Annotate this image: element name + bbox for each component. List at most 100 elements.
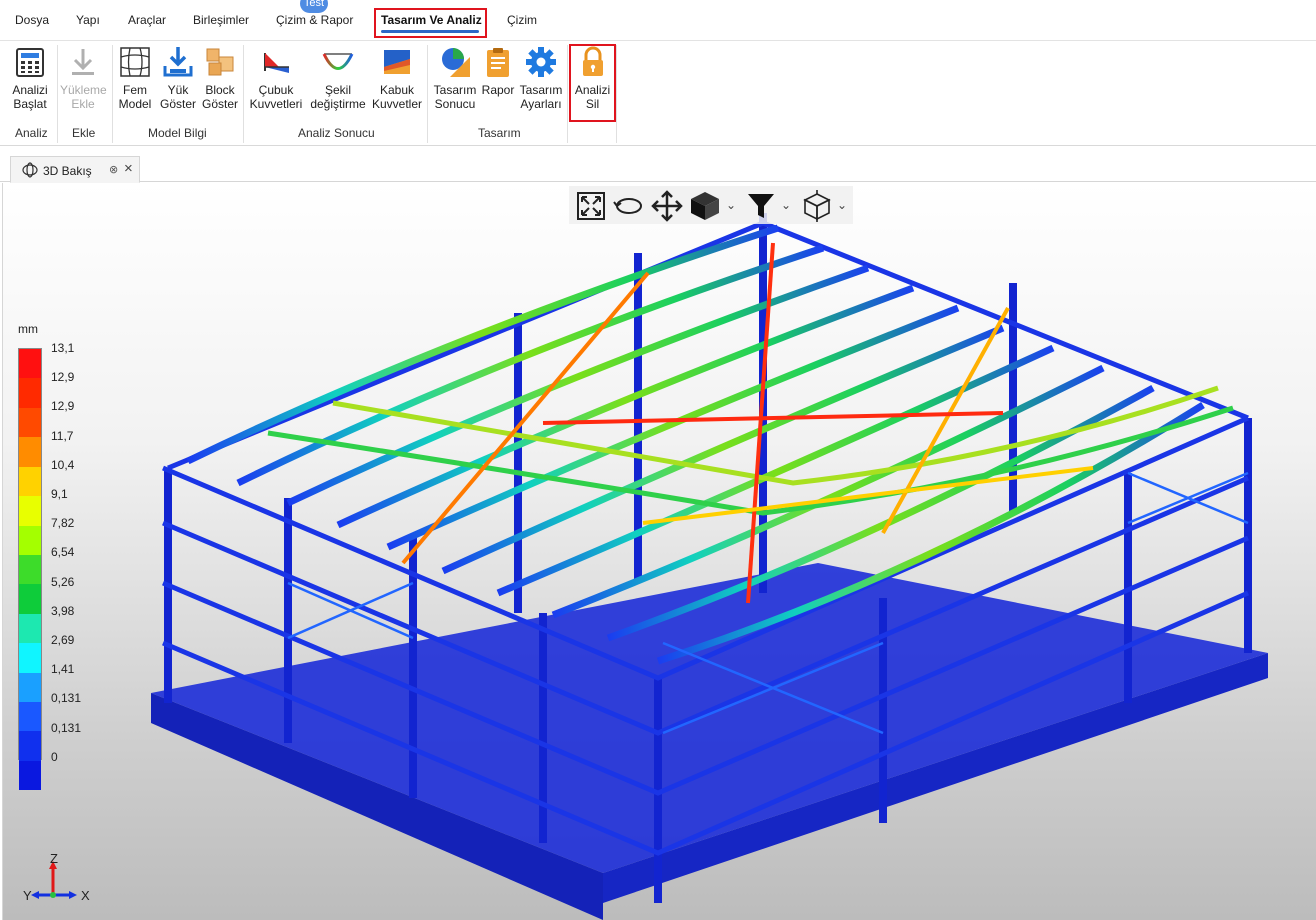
legend-value-label: 12,9 [51, 399, 75, 414]
axis-y-label: Y [23, 888, 32, 903]
legend-unit: mm [18, 322, 38, 336]
cubuk-kuvvetleri-button[interactable]: Çubuk Kuvvetleri [248, 45, 304, 111]
legend-color-swatch [19, 466, 41, 497]
3d-viewport[interactable]: ⌄ ⌄ ⌄ mm 13,1 12,9 12,9 11,7 10,4 9,1 7,82 6,54… [2, 183, 1316, 920]
tab-3d-bakis[interactable]: 3D Bakış ⊗ × [10, 156, 140, 183]
legend-value-label: 0,131 [51, 720, 82, 735]
legend-value-label: 2,69 [51, 633, 75, 647]
legend-color-swatch [19, 672, 41, 703]
view-cube-icon[interactable] [689, 190, 721, 222]
pan-icon[interactable] [651, 190, 683, 222]
tasarim-ayarlari-label-1: Tasarım [519, 83, 563, 97]
yuk-goster-label-2: Göster [159, 97, 196, 111]
deformation-icon [322, 53, 354, 70]
load-arrow-icon [163, 47, 193, 77]
fem-model-button[interactable]: Fem Model [116, 45, 154, 111]
ribbon-separator [427, 45, 428, 143]
roof-purlins [186, 224, 1234, 665]
calculator-icon [16, 48, 44, 77]
tab-title: 3D Bakış [43, 164, 92, 178]
yukleme-ekle-label-2: Ekle [71, 97, 95, 111]
active-tab-underline [381, 30, 479, 33]
legend-color-swatch [19, 554, 41, 585]
legend-color-swatch [19, 643, 41, 673]
group-label-tasarim: Tasarım [478, 126, 521, 140]
kabuk-kuvvetler-button[interactable]: Kabuk Kuvvetler [370, 45, 424, 111]
legend-value-label: 9,1 [51, 487, 68, 501]
legend-color-swatch [19, 496, 41, 526]
ribbon-separator [57, 45, 58, 143]
legend-color-swatch [19, 760, 41, 791]
tasarim-sonucu-label-2: Sonucu [434, 97, 476, 111]
tasarim-sonucu-label-1: Tasarım [433, 83, 477, 97]
menu-dosya[interactable]: Dosya [15, 13, 49, 27]
legend-value-label: 0 [51, 749, 58, 764]
legend-value-label: 10,4 [51, 457, 75, 472]
menu-cizim-rapor[interactable]: Çizim & Rapor [276, 13, 353, 27]
section-box-icon[interactable] [801, 190, 833, 222]
analizi-sil-highlight [569, 44, 616, 122]
legend-value-label: 1,41 [51, 662, 75, 677]
group-label-analiz: Analiz [15, 126, 48, 140]
structure-model [151, 213, 1268, 920]
block-goster-button[interactable]: Block Göster [200, 45, 240, 111]
sekil-degistirme-label-2: değiştirme [310, 97, 366, 111]
group-label-ekle: Ekle [72, 126, 96, 140]
block-goster-label-2: Göster [201, 97, 238, 111]
legend-color-swatch [19, 702, 41, 732]
app-window: Dosya Yapı Araçlar Birleşimler Çizim & R… [0, 0, 1316, 920]
legend-value-label: 13,1 [51, 341, 75, 355]
view-toolbar: ⌄ ⌄ ⌄ [569, 186, 853, 224]
legend-color-swatch [19, 378, 41, 408]
filter-dropdown-icon[interactable]: ⌄ [781, 198, 791, 212]
group-label-model-bilgi: Model Bilgi [148, 126, 207, 140]
pin-icon[interactable]: ⊗ [109, 163, 118, 176]
menu-tasarim-ve-analiz[interactable]: Tasarım Ve Analiz [381, 13, 482, 27]
color-legend [18, 348, 42, 791]
kabuk-kuvvetler-label-2: Kuvvetler [371, 97, 423, 111]
gear-icon [526, 47, 556, 77]
menu-araclar[interactable]: Araçlar [128, 13, 166, 27]
menu-bar: Dosya Yapı Araçlar Birleşimler Çizim & R… [0, 0, 1316, 40]
fit-view-icon[interactable] [575, 190, 607, 222]
tasarim-ayarlari-button[interactable]: Tasarım Ayarları [518, 45, 564, 111]
legend-color-swatch [19, 525, 41, 555]
legend-color-swatch [19, 584, 41, 614]
analizi-baslat-button[interactable]: Analizi Başlat [8, 45, 52, 111]
menu-cizim[interactable]: Çizim [507, 13, 537, 27]
cubuk-kuvvetleri-label-1: Çubuk [258, 83, 294, 97]
ribbon-separator [243, 45, 244, 143]
menu-yapi[interactable]: Yapı [76, 13, 100, 27]
ribbon-separator [616, 45, 617, 143]
rotate-icon[interactable] [613, 190, 645, 222]
shell-forces-icon [384, 50, 410, 74]
clipboard-icon [487, 48, 509, 77]
blocks-icon [206, 48, 234, 76]
sekil-degistirme-button[interactable]: Şekil değiştirme [308, 45, 368, 111]
legend-color-swatch [19, 437, 41, 467]
filter-icon[interactable] [745, 190, 777, 222]
yuk-goster-button[interactable]: Yük Göster [158, 45, 198, 111]
3d-view-icon [22, 162, 38, 178]
ribbon-separator [112, 45, 113, 143]
analizi-baslat-label-1: Analizi [12, 83, 48, 97]
pie-chart-icon [442, 48, 470, 77]
group-label-analiz-sonucu: Analiz Sonucu [298, 126, 375, 140]
yukleme-ekle-button[interactable]: Yükleme Ekle [60, 45, 107, 111]
legend-color-swatch [19, 731, 41, 761]
cubuk-kuvvetleri-label-2: Kuvvetleri [249, 97, 303, 111]
section-dropdown-icon[interactable]: ⌄ [837, 198, 847, 212]
tasarim-ayarlari-label-2: Ayarları [520, 97, 562, 111]
yukleme-ekle-label-1: Yükleme [60, 83, 107, 97]
bar-forces-icon [264, 53, 289, 73]
close-icon[interactable]: × [124, 160, 133, 177]
tasarim-sonucu-button[interactable]: Tasarım Sonucu [432, 45, 478, 111]
rapor-button[interactable]: Rapor [480, 45, 516, 97]
menu-birlesimler[interactable]: Birleşimler [193, 13, 249, 27]
view-cube-dropdown-icon[interactable]: ⌄ [726, 198, 736, 212]
legend-value-label: 11,7 [51, 428, 74, 443]
legend-value-label: 12,9 [51, 370, 75, 385]
legend-value-label: 5,26 [51, 574, 75, 589]
kabuk-kuvvetler-label-1: Kabuk [379, 83, 415, 97]
download-arrow-icon [72, 49, 94, 75]
